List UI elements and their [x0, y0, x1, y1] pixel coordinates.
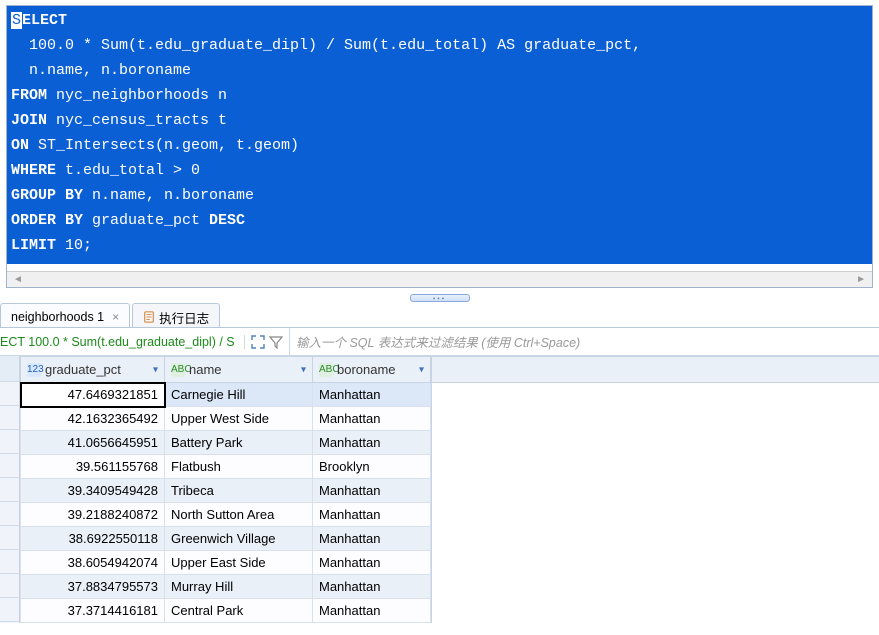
filter-bar: ECT 100.0 * Sum(t.edu_graduate_dipl) / S…: [0, 328, 879, 356]
row-handle[interactable]: [0, 526, 19, 550]
text-type-icon: ABC: [171, 363, 185, 377]
cell-boroname[interactable]: Manhattan: [313, 599, 431, 623]
row-handle[interactable]: [0, 430, 19, 454]
row-handle[interactable]: [0, 406, 19, 430]
sql-editor[interactable]: SELECT 100.0 * Sum(t.edu_graduate_dipl) …: [7, 6, 872, 264]
tab-results[interactable]: neighborhoods 1 ×: [0, 303, 130, 327]
cell-name[interactable]: Battery Park: [165, 431, 313, 455]
cell-name[interactable]: Carnegie Hill: [165, 383, 313, 407]
table-row[interactable]: 39.2188240872North Sutton AreaManhattan: [21, 503, 431, 527]
panel-splitter[interactable]: ●●●: [0, 288, 879, 302]
grid-empty-space: [431, 356, 879, 623]
chevron-down-icon[interactable]: ▾: [153, 364, 158, 375]
cell-name[interactable]: North Sutton Area: [165, 503, 313, 527]
cell-graduate-pct[interactable]: 37.8834795573: [21, 575, 165, 599]
cell-graduate-pct[interactable]: 39.2188240872: [21, 503, 165, 527]
table-row[interactable]: 38.6922550118Greenwich VillageManhattan: [21, 527, 431, 551]
cell-boroname[interactable]: Brooklyn: [313, 455, 431, 479]
cell-graduate-pct[interactable]: 38.6054942074: [21, 551, 165, 575]
sql-editor-panel: SELECT 100.0 * Sum(t.edu_graduate_dipl) …: [6, 5, 873, 288]
cell-graduate-pct[interactable]: 38.6922550118: [21, 527, 165, 551]
table-row[interactable]: 42.1632365492Upper West SideManhattan: [21, 407, 431, 431]
column-header-name[interactable]: ABC name ▾: [165, 357, 313, 383]
cell-boroname[interactable]: Manhattan: [313, 503, 431, 527]
table-row[interactable]: 38.6054942074Upper East SideManhattan: [21, 551, 431, 575]
query-summary: ECT 100.0 * Sum(t.edu_graduate_dipl) / S: [0, 335, 245, 349]
column-label: boroname: [337, 362, 396, 377]
column-header-boroname[interactable]: ABC boroname ▾: [313, 357, 431, 383]
column-header-graduate_pct[interactable]: 123 graduate_pct ▾: [21, 357, 165, 383]
column-label: name: [189, 362, 222, 377]
cell-boroname[interactable]: Manhattan: [313, 407, 431, 431]
filter-input[interactable]: 输入一个 SQL 表达式来过滤结果 (使用 Ctrl+Space): [290, 328, 879, 355]
cell-boroname[interactable]: Manhattan: [313, 527, 431, 551]
log-icon: [143, 311, 155, 323]
table-row[interactable]: 39.561155768FlatbushBrooklyn: [21, 455, 431, 479]
cell-name[interactable]: Flatbush: [165, 455, 313, 479]
column-label: graduate_pct: [45, 362, 121, 377]
cell-name[interactable]: Murray Hill: [165, 575, 313, 599]
scroll-left-icon[interactable]: ◄: [13, 274, 23, 285]
cell-graduate-pct[interactable]: 39.561155768: [21, 455, 165, 479]
results-grid[interactable]: 123 graduate_pct ▾ ABC name ▾ ABC boroname ▾ 47.6…: [20, 356, 431, 623]
tab-results-label: neighborhoods 1: [11, 310, 104, 324]
cell-boroname[interactable]: Manhattan: [313, 431, 431, 455]
cell-name[interactable]: Upper West Side: [165, 407, 313, 431]
row-handle[interactable]: [0, 382, 19, 406]
tab-log-label: 执行日志: [159, 308, 209, 327]
row-handle[interactable]: [0, 574, 19, 598]
cell-graduate-pct[interactable]: 39.3409549428: [21, 479, 165, 503]
text-type-icon: ABC: [319, 363, 333, 377]
editor-horizontal-scrollbar[interactable]: ◄ ►: [7, 271, 872, 287]
cell-name[interactable]: Greenwich Village: [165, 527, 313, 551]
cell-name[interactable]: Central Park: [165, 599, 313, 623]
chevron-down-icon[interactable]: ▾: [419, 364, 424, 375]
scroll-right-icon[interactable]: ►: [856, 274, 866, 285]
row-handle[interactable]: [0, 454, 19, 478]
cell-boroname[interactable]: Manhattan: [313, 383, 431, 407]
cell-boroname[interactable]: Manhattan: [313, 479, 431, 503]
table-row[interactable]: 39.3409549428TribecaManhattan: [21, 479, 431, 503]
table-row[interactable]: 37.8834795573Murray HillManhattan: [21, 575, 431, 599]
table-row[interactable]: 37.3714416181Central ParkManhattan: [21, 599, 431, 623]
table-row[interactable]: 41.0656645951Battery ParkManhattan: [21, 431, 431, 455]
cell-graduate-pct[interactable]: 41.0656645951: [21, 431, 165, 455]
row-handle[interactable]: [0, 478, 19, 502]
cell-boroname[interactable]: Manhattan: [313, 551, 431, 575]
results-tabs: neighborhoods 1 × 执行日志: [0, 302, 879, 328]
chevron-down-icon[interactable]: ▾: [301, 364, 306, 375]
filter-funnel-icon[interactable]: [269, 335, 283, 349]
cell-graduate-pct[interactable]: 37.3714416181: [21, 599, 165, 623]
table-row[interactable]: 47.6469321851Carnegie HillManhattan: [21, 383, 431, 407]
splitter-handle-icon[interactable]: ●●●: [410, 294, 470, 302]
cell-graduate-pct[interactable]: 42.1632365492: [21, 407, 165, 431]
expand-icon[interactable]: [251, 335, 265, 349]
cell-name[interactable]: Upper East Side: [165, 551, 313, 575]
row-number-gutter: [0, 356, 20, 623]
cell-boroname[interactable]: Manhattan: [313, 575, 431, 599]
row-handle[interactable]: [0, 550, 19, 574]
cell-graduate-pct[interactable]: 47.6469321851: [21, 383, 165, 407]
cell-name[interactable]: Tribeca: [165, 479, 313, 503]
results-grid-wrap: 123 graduate_pct ▾ ABC name ▾ ABC boroname ▾ 47.6…: [0, 356, 879, 623]
row-handle[interactable]: [0, 598, 19, 622]
tab-execution-log[interactable]: 执行日志: [132, 303, 220, 327]
number-type-icon: 123: [27, 363, 41, 377]
close-icon[interactable]: ×: [112, 310, 119, 324]
row-handle[interactable]: [0, 502, 19, 526]
